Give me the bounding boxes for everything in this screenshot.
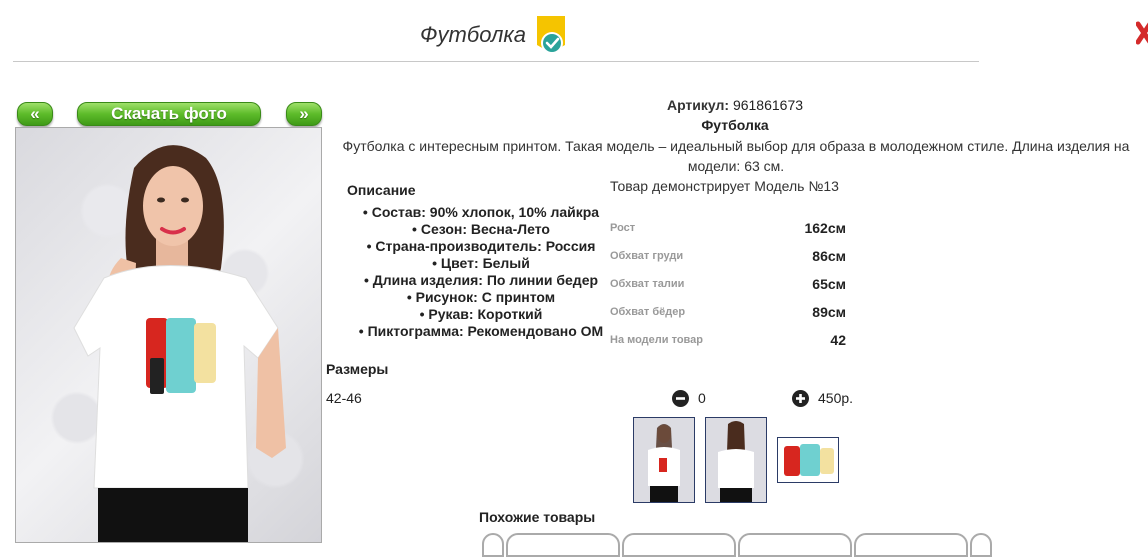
article-line: Артикул: 961861673 — [600, 97, 870, 113]
attribute-item: Цвет: Белый — [326, 255, 636, 272]
price-value: 450р. — [818, 390, 854, 406]
measurement-row: Рост 162см — [610, 216, 850, 244]
measurement-value: 65см — [812, 276, 846, 292]
thumbnail-front-image — [634, 418, 694, 502]
measurement-value: 89см — [812, 304, 846, 320]
thumbnail-back[interactable] — [705, 417, 767, 503]
close-icon[interactable] — [1136, 18, 1148, 48]
measurement-label: Обхват бёдер — [610, 306, 686, 318]
verified-badge-icon — [537, 16, 565, 54]
measurement-row: Обхват груди 86см — [610, 244, 850, 272]
model-photo-illustration — [73, 145, 286, 542]
sizes-heading: Размеры — [326, 361, 389, 377]
next-photo-button[interactable]: » — [286, 102, 322, 126]
attribute-list: Состав: 90% хлопок, 10% лайкра Сезон: Ве… — [326, 204, 636, 340]
measurement-label: Обхват груди — [610, 250, 684, 262]
increase-quantity-button[interactable] — [792, 390, 809, 407]
attribute-item: Страна-производитель: Россия — [326, 238, 636, 255]
measurement-row: На модели товар 42 — [610, 328, 850, 356]
article-label: Артикул: — [666, 97, 730, 113]
product-description: Футболка с интересным принтом. Такая мод… — [342, 138, 1130, 174]
similar-products-heading: Похожие товары — [479, 509, 596, 525]
attribute-item: Длина изделия: По линии бедер — [326, 272, 636, 289]
model-measurements: Рост 162см Обхват груди 86см Обхват тали… — [610, 216, 850, 356]
attribute-item: Рисунок: С принтом — [326, 289, 636, 306]
similar-prev-arrow[interactable] — [482, 533, 504, 557]
measurement-row: Обхват бёдер 89см — [610, 300, 850, 328]
product-name: Футболка — [701, 117, 769, 133]
measurement-value: 42 — [830, 332, 846, 348]
header: Футболка — [0, 14, 990, 58]
page-title: Футболка — [420, 22, 526, 47]
main-product-photo[interactable] — [15, 127, 322, 543]
thumbnail-print-detail[interactable] — [777, 437, 839, 483]
thumbnail-back-image — [706, 418, 766, 502]
measurement-value: 162см — [804, 220, 846, 236]
header-divider — [13, 61, 979, 62]
article-value: 961861673 — [732, 97, 804, 113]
prev-photo-button[interactable]: « — [17, 102, 53, 126]
description-heading: Описание — [347, 182, 416, 198]
thumbnail-print-image — [778, 438, 838, 482]
measurement-value: 86см — [812, 248, 846, 264]
measurement-row: Обхват талии 65см — [610, 272, 850, 300]
quantity-value: 0 — [698, 390, 706, 406]
attribute-item: Сезон: Весна-Лето — [326, 221, 636, 238]
measurement-label: Рост — [610, 222, 636, 234]
measurement-label: На модели товар — [610, 334, 704, 346]
decrease-quantity-button[interactable] — [672, 390, 689, 407]
thumbnail-front[interactable] — [633, 417, 695, 503]
similar-product-card[interactable] — [622, 533, 736, 557]
download-photo-button[interactable]: Скачать фото — [77, 102, 261, 126]
attribute-item: Пиктограмма: Рекомендовано ОМ — [326, 323, 636, 340]
similar-product-card[interactable] — [738, 533, 852, 557]
similar-next-arrow[interactable] — [970, 533, 992, 557]
attribute-item: Состав: 90% хлопок, 10% лайкра — [326, 204, 636, 221]
model-note: Товар демонстрирует Модель №13 — [610, 178, 839, 194]
measurement-label: Обхват талии — [610, 278, 685, 290]
similar-product-card[interactable] — [854, 533, 968, 557]
size-label: 42-46 — [326, 390, 362, 406]
attribute-item: Рукав: Короткий — [326, 306, 636, 323]
similar-product-card[interactable] — [506, 533, 620, 557]
